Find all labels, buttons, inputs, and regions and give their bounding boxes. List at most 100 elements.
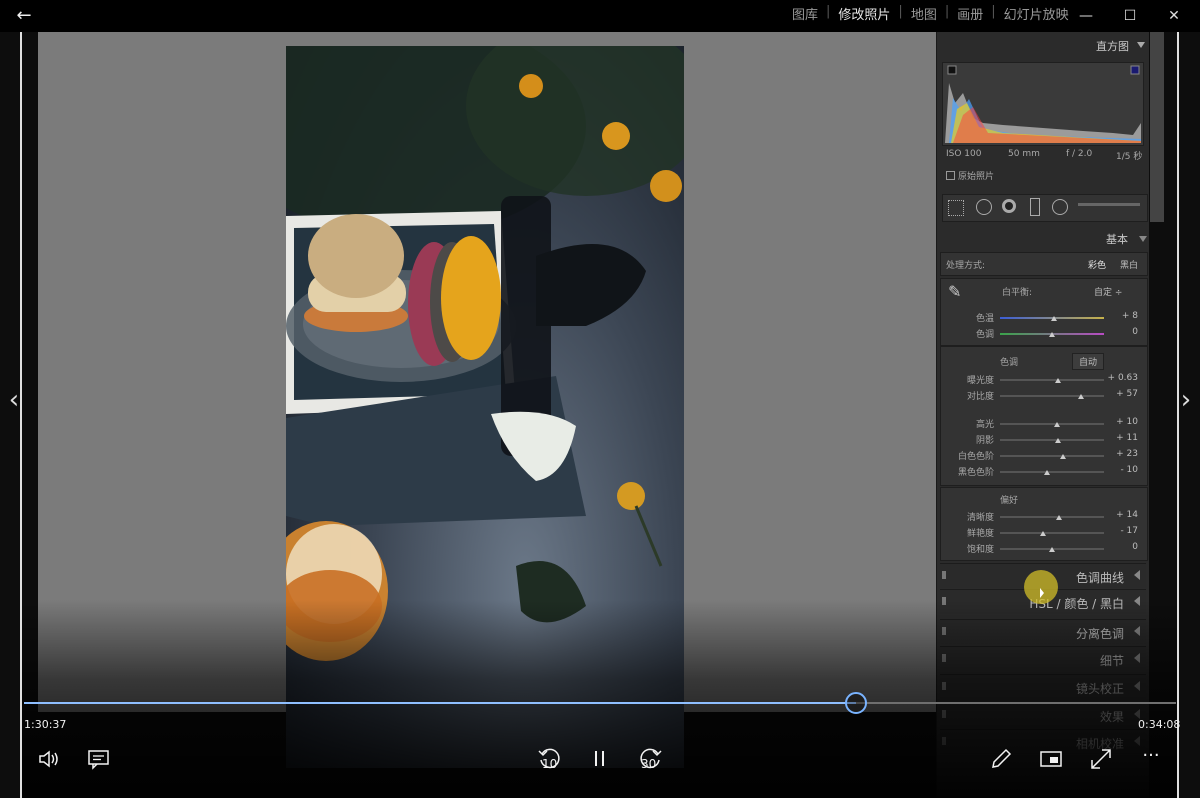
subtitles-icon[interactable]: [86, 746, 112, 772]
white-balance-label: 白平衡:: [1002, 288, 1033, 298]
chevron-left-icon: [1134, 736, 1140, 746]
slider-track[interactable]: [1000, 439, 1104, 441]
slider-row[interactable]: 对比度 + 57: [940, 388, 1146, 402]
chevron-down-icon[interactable]: [1137, 42, 1145, 48]
module-map: 地图: [910, 8, 937, 23]
slider-label: 高光: [975, 420, 994, 430]
treatment-color-button[interactable]: 彩色: [1088, 258, 1106, 271]
slider-track[interactable]: [1000, 516, 1104, 518]
slider-thumb[interactable]: [1049, 332, 1055, 337]
panel-switch-icon[interactable]: [942, 737, 946, 745]
effects-panel[interactable]: 效果: [940, 702, 1146, 727]
treatment-bw-button[interactable]: 黑白: [1120, 258, 1138, 271]
volume-icon[interactable]: [36, 746, 62, 772]
video-frame-edge: [1177, 32, 1179, 798]
next-arrow-icon[interactable]: ›: [1176, 385, 1196, 415]
crop-tool-icon[interactable]: [948, 200, 964, 216]
volume-icon-graphic: [39, 750, 58, 768]
slider-row[interactable]: 阴影 + 11: [940, 432, 1146, 446]
fullscreen-icon[interactable]: [1088, 746, 1114, 772]
split-toning-panel[interactable]: 分离色调: [940, 619, 1146, 644]
slider-row[interactable]: 色温 + 8: [940, 310, 1146, 324]
slider-thumb[interactable]: [1054, 422, 1060, 427]
original-photo-checkbox[interactable]: [946, 171, 955, 180]
slider-row[interactable]: 色调 0: [940, 326, 1146, 340]
panel-switch-icon[interactable]: [942, 627, 946, 635]
slider-value[interactable]: + 11: [1116, 433, 1138, 443]
slider-value[interactable]: + 57: [1116, 389, 1138, 399]
slider-track[interactable]: [1000, 379, 1104, 381]
previous-arrow-icon[interactable]: ‹: [4, 385, 24, 415]
slider-row[interactable]: 饱和度 0: [940, 541, 1146, 555]
mouse-cursor-icon: [1040, 588, 1044, 598]
slider-value[interactable]: + 0.63: [1108, 373, 1138, 383]
cursor-highlight: [1024, 570, 1058, 604]
presence-label: 偏好: [1000, 496, 1019, 506]
maximize-button[interactable]: ☐: [1108, 2, 1152, 30]
slider-row[interactable]: 曝光度 + 0.63: [940, 372, 1146, 386]
slider-track[interactable]: [1000, 532, 1104, 534]
more-options-icon[interactable]: ···: [1138, 746, 1164, 772]
tone-label: 色调: [1000, 358, 1019, 368]
slider-label: 饱和度: [966, 545, 994, 555]
slider-track[interactable]: [1000, 395, 1104, 397]
slider-label: 色温: [975, 314, 994, 324]
slider-thumb[interactable]: [1044, 470, 1050, 475]
slider-thumb[interactable]: [1055, 378, 1061, 383]
panel-switch-icon[interactable]: [942, 710, 946, 718]
back-arrow-icon[interactable]: ←: [10, 4, 38, 28]
panel-scrollbar[interactable]: [1150, 32, 1164, 222]
slider-value[interactable]: + 23: [1116, 449, 1138, 459]
auto-tone-button[interactable]: 自动: [1072, 353, 1105, 370]
slider-row[interactable]: 清晰度 + 14: [940, 509, 1146, 523]
slider-row[interactable]: 白色色阶 + 23: [940, 448, 1146, 462]
slider-value[interactable]: + 8: [1122, 311, 1138, 321]
panel-switch-icon[interactable]: [942, 654, 946, 662]
slider-row[interactable]: 高光 + 10: [940, 416, 1146, 430]
lens-correction-panel[interactable]: 镜头校正: [940, 674, 1146, 699]
minimize-button[interactable]: —: [1064, 2, 1108, 30]
slider-track[interactable]: [1000, 471, 1104, 473]
mini-view-icon[interactable]: [1038, 746, 1064, 772]
slider-thumb[interactable]: [1051, 316, 1057, 321]
skip-back-button[interactable]: 10: [536, 744, 564, 774]
red-eye-icon[interactable]: [1002, 199, 1016, 213]
slider-row[interactable]: 鲜艳度 - 17: [940, 525, 1146, 539]
slider-thumb[interactable]: [1060, 454, 1066, 459]
slider-thumb[interactable]: [1056, 515, 1062, 520]
adjustment-brush-slider[interactable]: [1078, 203, 1140, 206]
slider-thumb[interactable]: [1055, 438, 1061, 443]
close-button[interactable]: ✕: [1152, 2, 1196, 30]
lightroom-module-bar: 图库 | 修改照片 | 地图 | 画册 | 幻灯片放映: [784, 4, 1077, 24]
panel-switch-icon[interactable]: [942, 571, 946, 579]
mini-view-icon-graphic: [1040, 751, 1062, 767]
edit-pencil-icon[interactable]: [988, 746, 1014, 772]
slider-value[interactable]: 0: [1132, 327, 1138, 337]
white-balance-select[interactable]: 自定 ÷: [1094, 285, 1122, 298]
seek-bar-thumb[interactable]: [845, 692, 867, 714]
slider-label: 色调: [975, 330, 994, 340]
slider-value[interactable]: - 17: [1120, 526, 1138, 536]
expand-icon-graphic: [1091, 749, 1111, 769]
panel-switch-icon[interactable]: [942, 597, 946, 605]
radial-filter-icon[interactable]: [1052, 199, 1068, 215]
eyedropper-icon[interactable]: ✎: [948, 282, 968, 304]
chevron-down-icon[interactable]: [1139, 236, 1147, 242]
slider-thumb[interactable]: [1078, 394, 1084, 399]
slider-track[interactable]: [1000, 455, 1104, 457]
slider-value[interactable]: + 14: [1116, 510, 1138, 520]
slider-value[interactable]: + 10: [1116, 417, 1138, 427]
detail-panel[interactable]: 细节: [940, 646, 1146, 671]
slider-thumb[interactable]: [1049, 547, 1055, 552]
slider-track[interactable]: [1000, 423, 1104, 425]
macaron-photo: [286, 46, 684, 768]
pause-button[interactable]: [592, 748, 608, 770]
slider-value[interactable]: - 10: [1120, 465, 1138, 475]
panel-switch-icon[interactable]: [942, 682, 946, 690]
graduated-filter-icon[interactable]: [1030, 198, 1040, 216]
spot-removal-icon[interactable]: [976, 199, 992, 215]
slider-row[interactable]: 黑色色阶 - 10: [940, 464, 1146, 478]
slider-thumb[interactable]: [1040, 531, 1046, 536]
skip-forward-button[interactable]: 30: [636, 744, 664, 774]
slider-value[interactable]: 0: [1132, 542, 1138, 552]
